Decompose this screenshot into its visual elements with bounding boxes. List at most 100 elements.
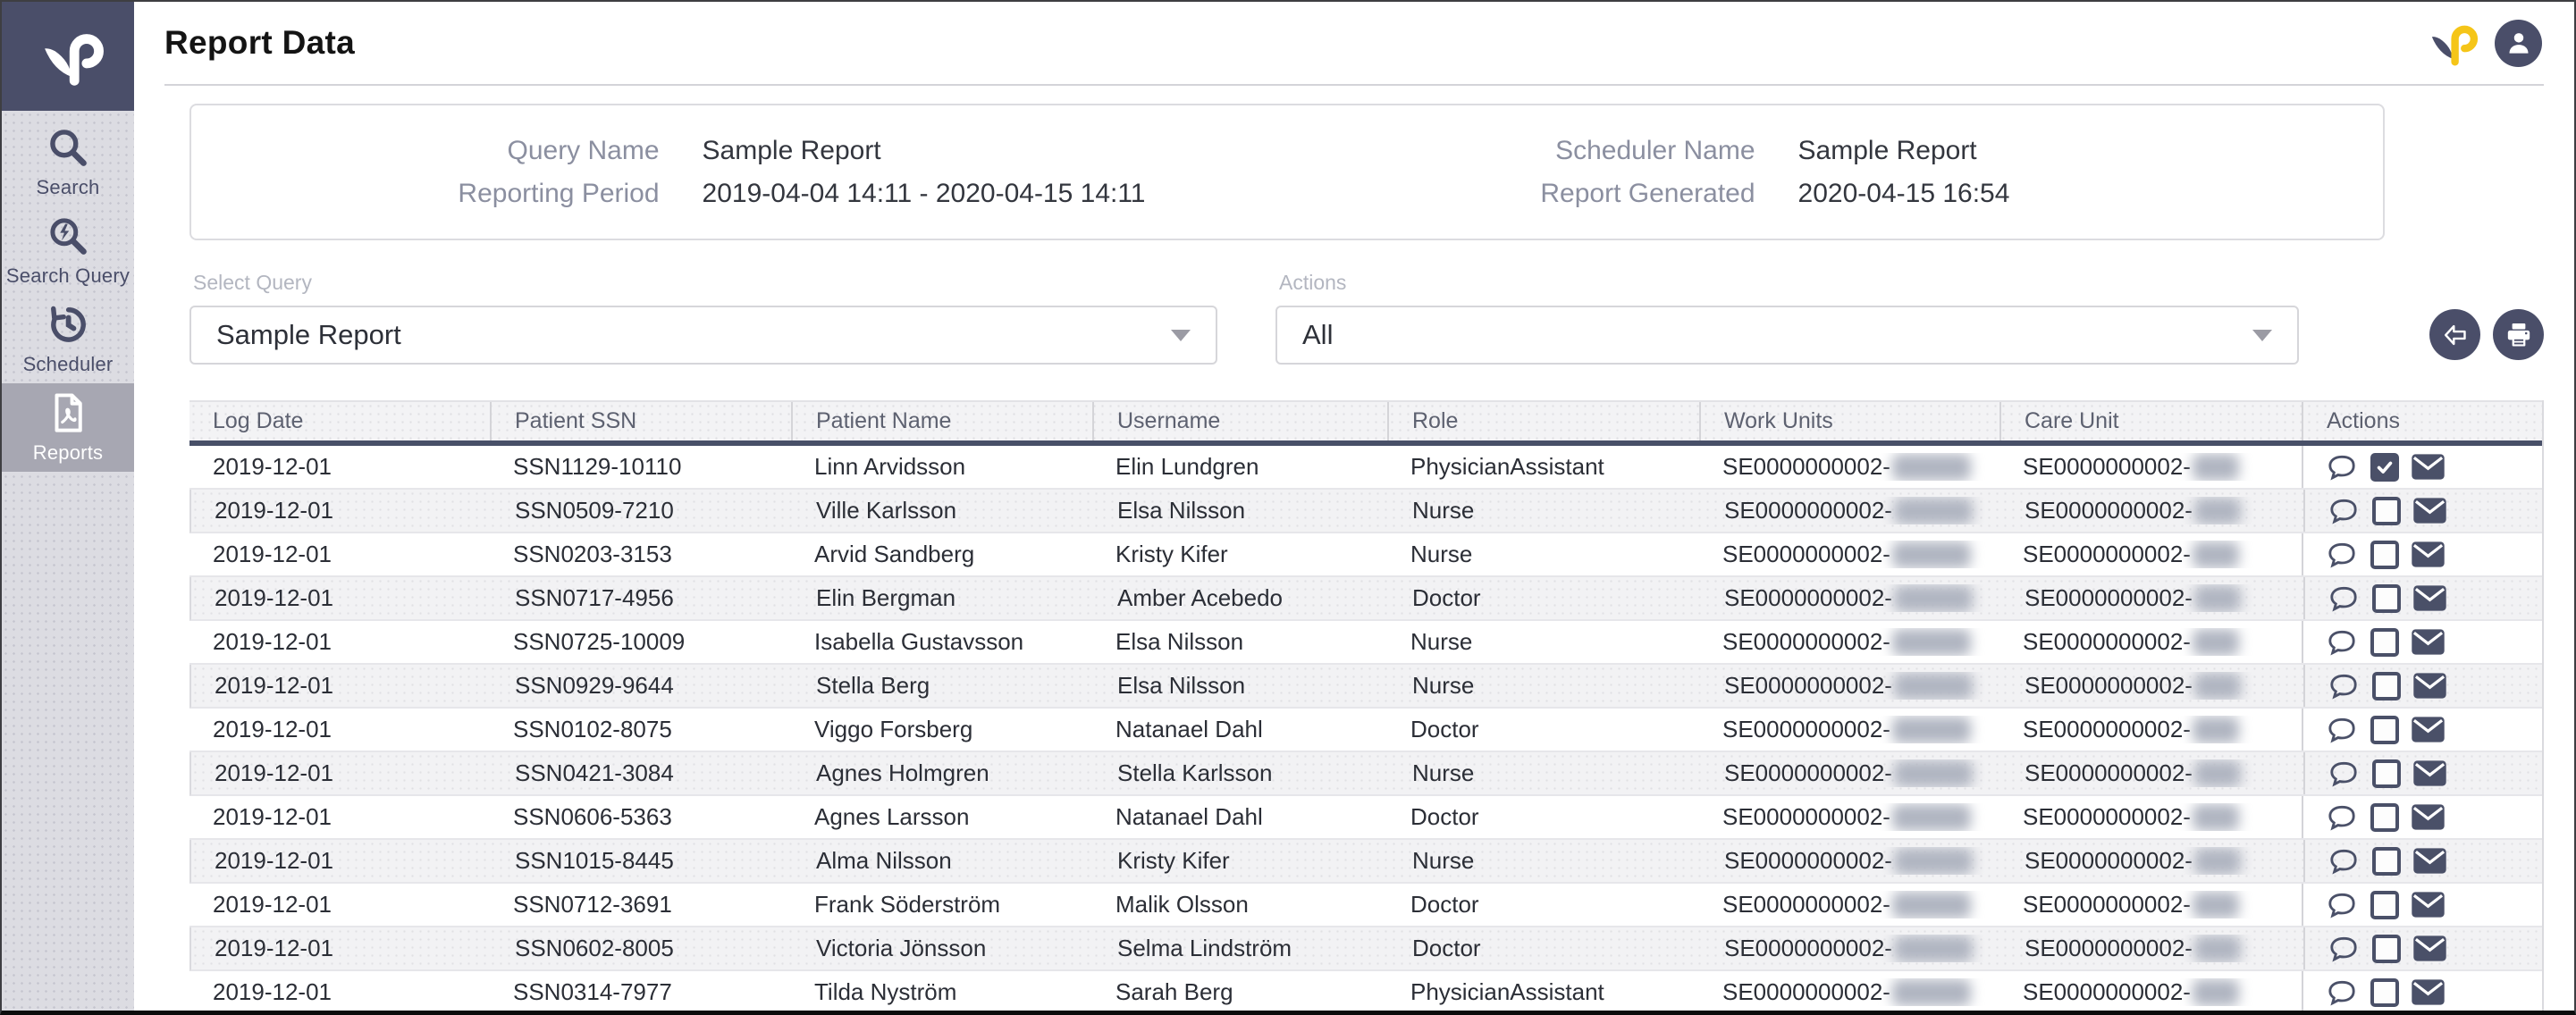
cell-patient-name: Stella Berg bbox=[793, 672, 1094, 700]
table-row[interactable]: 2019-12-01 SSN0929-9644 Stella Berg Elsa… bbox=[189, 665, 2542, 709]
table-row[interactable]: 2019-12-01 SSN0102-8075 Viggo Forsberg N… bbox=[189, 709, 2542, 752]
mail-button[interactable] bbox=[2411, 716, 2446, 743]
mail-button[interactable] bbox=[2411, 541, 2446, 568]
cell-log-date: 2019-12-01 bbox=[189, 716, 490, 743]
mail-button[interactable] bbox=[2411, 628, 2446, 656]
table-row[interactable]: 2019-12-01 SSN0712-3691 Frank Söderström… bbox=[189, 884, 2542, 927]
comment-button[interactable] bbox=[2327, 758, 2361, 790]
table-row[interactable]: 2019-12-01 SSN0602-8005 Victoria Jönsson… bbox=[189, 927, 2542, 971]
col-header-work-units[interactable]: Work Units bbox=[1699, 402, 1999, 440]
header-divider bbox=[164, 84, 2544, 86]
row-checkbox[interactable] bbox=[2372, 584, 2401, 613]
comment-button[interactable] bbox=[2327, 845, 2361, 877]
mail-button[interactable] bbox=[2412, 497, 2447, 524]
comment-button[interactable] bbox=[2325, 977, 2359, 1009]
mail-button[interactable] bbox=[2411, 453, 2446, 481]
col-header-username[interactable]: Username bbox=[1092, 402, 1387, 440]
table-row[interactable]: 2019-12-01 SSN1015-8445 Alma Nilsson Kri… bbox=[189, 840, 2542, 884]
mail-button[interactable] bbox=[2412, 847, 2447, 875]
sidebar-item-scheduler[interactable]: Scheduler bbox=[2, 295, 134, 383]
cell-username: Elin Lundgren bbox=[1092, 453, 1387, 481]
table-row[interactable]: 2019-12-01 SSN0421-3084 Agnes Holmgren S… bbox=[189, 752, 2542, 796]
row-checkbox[interactable] bbox=[2372, 672, 2401, 700]
cell-patient-name: Arvid Sandberg bbox=[791, 541, 1092, 568]
table-row[interactable]: 2019-12-01 SSN0606-5363 Agnes Larsson Na… bbox=[189, 796, 2542, 840]
back-button[interactable] bbox=[2429, 309, 2480, 360]
mail-envelope-icon bbox=[2411, 541, 2446, 568]
mail-button[interactable] bbox=[2412, 584, 2447, 612]
mail-button[interactable] bbox=[2411, 891, 2446, 919]
table-row[interactable]: 2019-12-01 SSN0509-7210 Ville Karlsson E… bbox=[189, 490, 2542, 533]
table-row[interactable]: 2019-12-01 SSN0203-3153 Arvid Sandberg K… bbox=[189, 533, 2542, 577]
comment-button[interactable] bbox=[2325, 889, 2359, 921]
cell-actions bbox=[2302, 884, 2542, 926]
cell-patient-ssn: SSN0102-8075 bbox=[490, 716, 791, 743]
redacted-blur bbox=[1892, 892, 1971, 919]
row-checkbox[interactable] bbox=[2370, 628, 2399, 657]
sidebar-item-reports[interactable]: Reports bbox=[2, 383, 134, 472]
cell-work-units: SE0000000002- bbox=[1699, 978, 1999, 1006]
row-checkbox[interactable] bbox=[2372, 847, 2401, 876]
sidebar: Search Search Query Scheduler bbox=[2, 2, 134, 1011]
cell-actions bbox=[2302, 971, 2542, 1011]
row-checkbox[interactable] bbox=[2370, 453, 2399, 482]
select-query-dropdown[interactable]: Sample Report bbox=[189, 306, 1217, 365]
mail-envelope-icon bbox=[2412, 497, 2447, 524]
mail-button[interactable] bbox=[2412, 672, 2447, 700]
mail-button[interactable] bbox=[2411, 978, 2446, 1006]
sidebar-item-search[interactable]: Search bbox=[2, 118, 134, 206]
row-checkbox[interactable] bbox=[2370, 978, 2399, 1007]
comment-button[interactable] bbox=[2325, 539, 2359, 571]
table-row[interactable]: 2019-12-01 SSN1129-10110 Linn Arvidsson … bbox=[189, 446, 2542, 490]
row-checkbox[interactable] bbox=[2370, 891, 2399, 919]
col-header-care-unit[interactable]: Care Unit bbox=[1999, 402, 2302, 440]
table-row[interactable]: 2019-12-01 SSN0717-4956 Elin Bergman Amb… bbox=[189, 577, 2542, 621]
actions-dropdown[interactable]: All bbox=[1275, 306, 2299, 365]
cell-role: Nurse bbox=[1387, 541, 1699, 568]
redacted-blur bbox=[2194, 935, 2241, 962]
comment-button[interactable] bbox=[2327, 495, 2361, 527]
table-body: 2019-12-01 SSN1129-10110 Linn Arvidsson … bbox=[189, 446, 2542, 1011]
comment-button[interactable] bbox=[2327, 933, 2361, 965]
comment-button[interactable] bbox=[2325, 714, 2359, 746]
col-header-patient-name[interactable]: Patient Name bbox=[791, 402, 1092, 440]
col-header-log-date[interactable]: Log Date bbox=[189, 408, 490, 434]
table-row[interactable]: 2019-12-01 SSN0314-7977 Tilda Nyström Sa… bbox=[189, 971, 2542, 1011]
mail-envelope-icon bbox=[2411, 891, 2446, 919]
search-query-icon bbox=[46, 214, 90, 258]
row-checkbox[interactable] bbox=[2370, 541, 2399, 569]
row-checkbox[interactable] bbox=[2370, 803, 2399, 832]
mail-button[interactable] bbox=[2412, 759, 2447, 787]
cell-work-units: SE0000000002- bbox=[1701, 497, 2001, 524]
sidebar-item-search-query[interactable]: Search Query bbox=[2, 206, 134, 295]
row-checkbox[interactable] bbox=[2372, 497, 2401, 525]
cell-log-date: 2019-12-01 bbox=[189, 453, 490, 481]
row-checkbox[interactable] bbox=[2372, 935, 2401, 963]
print-button[interactable] bbox=[2493, 309, 2544, 360]
user-avatar[interactable] bbox=[2495, 20, 2542, 67]
comment-bubble-icon bbox=[2325, 889, 2359, 921]
brand-logo-icon bbox=[32, 24, 104, 88]
cell-patient-ssn: SSN0717-4956 bbox=[492, 584, 793, 612]
comment-bubble-icon bbox=[2327, 758, 2361, 790]
col-header-patient-ssn[interactable]: Patient SSN bbox=[490, 402, 791, 440]
comment-button[interactable] bbox=[2325, 451, 2359, 483]
comment-button[interactable] bbox=[2325, 801, 2359, 834]
redacted-blur bbox=[1894, 585, 1973, 612]
back-arrow-icon bbox=[2440, 320, 2471, 350]
redacted-blur bbox=[1894, 498, 1973, 524]
row-checkbox[interactable] bbox=[2372, 759, 2401, 788]
redacted-blur bbox=[2193, 979, 2239, 1006]
redacted-blur bbox=[2194, 498, 2241, 524]
comment-button[interactable] bbox=[2325, 626, 2359, 658]
table-row[interactable]: 2019-12-01 SSN0725-10009 Isabella Gustav… bbox=[189, 621, 2542, 665]
cell-actions bbox=[2303, 927, 2542, 969]
mail-button[interactable] bbox=[2412, 935, 2447, 962]
comment-button[interactable] bbox=[2327, 583, 2361, 615]
row-checkbox[interactable] bbox=[2370, 716, 2399, 744]
mail-button[interactable] bbox=[2411, 803, 2446, 831]
comment-button[interactable] bbox=[2327, 670, 2361, 702]
cell-care-unit: SE0000000002- bbox=[2001, 497, 2303, 524]
cell-role: Nurse bbox=[1389, 847, 1701, 875]
col-header-role[interactable]: Role bbox=[1387, 402, 1699, 440]
